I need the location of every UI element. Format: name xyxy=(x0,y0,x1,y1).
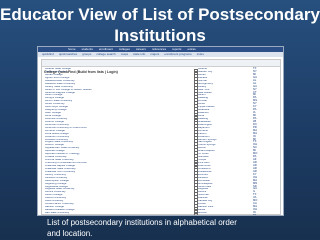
slide-title-line-2: Institutions xyxy=(114,26,206,45)
sub-nav-item[interactable]: quickfind xyxy=(42,52,54,57)
college-state: PA xyxy=(253,213,257,216)
sub-nav-item[interactable]: groups xyxy=(82,52,91,57)
slide-caption: List of postsecondary institutions in al… xyxy=(47,217,287,239)
college-name-link[interactable]: Baptist Bible College xyxy=(45,215,140,216)
sub-nav-item[interactable]: quickmatches xyxy=(59,52,77,57)
sub-navigation-bar: quickfind quickmatches groups college searc… xyxy=(38,52,283,57)
sub-nav-item[interactable]: state info xyxy=(133,52,145,57)
sub-nav-item[interactable]: college search xyxy=(96,52,115,57)
sub-nav-item[interactable]: majors xyxy=(150,52,159,57)
panel-header: College QuickFind (Build from lists | Lo… xyxy=(42,60,280,74)
college-city: Clarks Summit xyxy=(198,215,248,216)
sub-nav-item[interactable]: enrollment programs xyxy=(164,52,192,57)
slide-title: Educator View of List of Postsecondary I… xyxy=(0,4,320,46)
sub-nav-item[interactable]: index xyxy=(197,52,204,57)
select-checkbox[interactable] xyxy=(194,215,198,216)
caption-line-1: List of postsecondary institutions in al… xyxy=(47,218,237,227)
embedded-screenshot: home students enrollment colleges careers ref… xyxy=(37,46,284,216)
sub-nav-item[interactable]: maps xyxy=(121,52,128,57)
slide-title-line-1: Educator View of List of Postsecondary xyxy=(0,5,320,24)
college-quickfind-panel: College QuickFind (Build from lists | Lo… xyxy=(41,59,281,215)
college-row: Baptist Bible College Clarks Summit PA xyxy=(43,213,278,216)
caption-line-2: and location. xyxy=(47,229,93,238)
college-list: Abilene State College Abilene TX Adelphi Un… xyxy=(43,67,278,216)
